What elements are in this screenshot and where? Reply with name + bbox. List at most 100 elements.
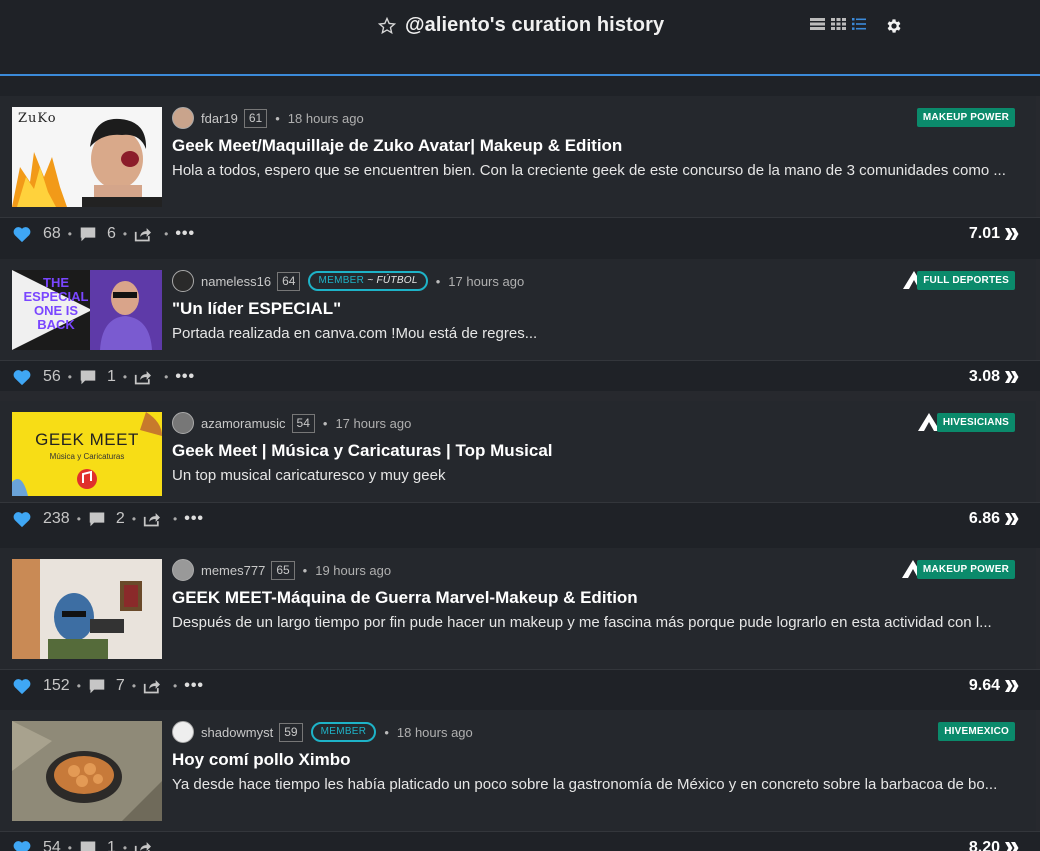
gear-icon[interactable] [885, 17, 903, 35]
reputation-badge: 59 [279, 722, 303, 742]
share-icon[interactable] [134, 369, 152, 385]
post-body[interactable]: THE ESPECIAL ONE IS BACK nameless16 64 M… [0, 259, 1036, 370]
post-summary[interactable]: Ya desde hace tiempo les había platicado… [172, 776, 997, 793]
post-thumbnail[interactable] [12, 559, 162, 659]
payout-value[interactable]: 6.86 [969, 510, 1000, 528]
author-name[interactable]: fdar19 [201, 111, 238, 126]
vote-count[interactable]: 68 [43, 225, 61, 243]
grid-view-icon[interactable] [831, 18, 846, 30]
post-body[interactable]: memes777 65 • 19 hours ago MAKEUP POWER … [0, 548, 1036, 669]
post-title[interactable]: Geek Meet | Música y Caricaturas | Top M… [172, 441, 553, 461]
post-actions: 54 • 1 • [12, 832, 152, 851]
post-payout[interactable]: 8.20 [969, 832, 1019, 851]
more-options-icon[interactable]: ••• [175, 225, 195, 243]
post-body[interactable]: GEEK MEET Música y Caricaturas azamoramu… [0, 401, 1036, 512]
post-summary[interactable]: Después de un largo tiempo por fin pude … [172, 614, 992, 631]
member-badge[interactable]: MEMBER [310, 722, 377, 742]
share-icon[interactable] [143, 678, 161, 694]
post-summary[interactable]: Hola a todos, espero que se encuentren b… [172, 162, 1006, 179]
member-community: ~ FÚTBOL [367, 275, 418, 286]
post-thumbnail[interactable]: GEEK MEET Música y Caricaturas [12, 412, 162, 496]
post-body[interactable]: shadowmyst 59 MEMBER • 18 hours ago HIVE… [0, 710, 1036, 831]
member-badge[interactable]: MEMBER ~ FÚTBOL [308, 271, 428, 291]
heart-icon[interactable] [12, 677, 32, 695]
post-payout[interactable]: 9.64 [969, 670, 1019, 701]
post-time[interactable]: 17 hours ago [335, 416, 411, 431]
author-name[interactable]: memes777 [201, 563, 265, 578]
list-view-icon[interactable] [810, 18, 825, 30]
payout-value[interactable]: 3.08 [969, 368, 1000, 386]
post-title[interactable]: GEEK MEET-Máquina de Guerra Marvel-Makeu… [172, 588, 638, 608]
post-time[interactable]: 18 hours ago [397, 725, 473, 740]
post-time[interactable]: 17 hours ago [448, 274, 524, 289]
post-time[interactable]: 19 hours ago [315, 563, 391, 578]
heart-icon[interactable] [12, 839, 32, 851]
post-thumbnail[interactable]: THE ESPECIAL ONE IS BACK [12, 270, 162, 350]
community-badge[interactable]: MAKEUP POWER [916, 560, 1015, 579]
comment-count[interactable]: 1 [107, 368, 116, 386]
more-options-icon[interactable]: ••• [175, 368, 195, 386]
avatar[interactable] [172, 559, 194, 581]
post-thumbnail[interactable] [12, 721, 162, 821]
author-name[interactable]: azamoramusic [201, 416, 286, 431]
post-actions: 152 • 7 • • ••• [12, 670, 204, 701]
comment-icon[interactable] [79, 369, 97, 385]
post-payout[interactable]: 7.01 [969, 218, 1019, 249]
payout-value[interactable]: 9.64 [969, 677, 1000, 695]
comment-count[interactable]: 1 [107, 839, 116, 851]
comment-icon[interactable] [88, 678, 106, 694]
post-payout[interactable]: 3.08 [969, 361, 1019, 392]
more-options-icon[interactable]: ••• [184, 677, 204, 695]
post-summary[interactable]: Un top musical caricaturesco y muy geek [172, 467, 445, 484]
comment-count[interactable]: 2 [116, 510, 125, 528]
vote-count[interactable]: 54 [43, 839, 61, 851]
separator-dot: • [173, 678, 178, 693]
separator-dot: • [164, 369, 169, 384]
author-name[interactable]: shadowmyst [201, 725, 273, 740]
hive-icon [1005, 679, 1019, 692]
post-footer: 54 • 1 • 8.20 [0, 831, 1040, 851]
thumbnail-caption: GEEK MEET [35, 430, 139, 449]
more-options-icon[interactable]: ••• [184, 510, 204, 528]
post-title[interactable]: Geek Meet/Maquillaje de Zuko Avatar| Mak… [172, 136, 622, 156]
post-thumbnail[interactable]: ZuKo [12, 107, 162, 207]
avatar[interactable] [172, 721, 194, 743]
community-badge[interactable]: HIVESICIANS [936, 413, 1015, 432]
community-badge[interactable]: FULL DEPORTES [917, 271, 1015, 290]
post-meta: nameless16 64 MEMBER ~ FÚTBOL • 17 hours… [172, 270, 524, 292]
post-summary[interactable]: Portada realizada en canva.com !Mou está… [172, 325, 537, 342]
vote-count[interactable]: 238 [43, 510, 70, 528]
community-badge[interactable]: MAKEUP POWER [916, 108, 1015, 127]
compact-view-icon[interactable] [852, 18, 866, 30]
post-title[interactable]: "Un líder ESPECIAL" [172, 299, 341, 319]
comment-icon[interactable] [79, 840, 97, 851]
post-title[interactable]: Hoy comí pollo Ximbo [172, 750, 351, 770]
vote-count[interactable]: 152 [43, 677, 70, 695]
share-icon[interactable] [134, 840, 152, 851]
avatar[interactable] [172, 412, 194, 434]
avatar[interactable] [172, 107, 194, 129]
comment-icon[interactable] [79, 226, 97, 242]
heart-icon[interactable] [12, 368, 32, 386]
post-footer: 56 • 1 • • ••• 3.08 [0, 360, 1040, 391]
comment-count[interactable]: 7 [116, 677, 125, 695]
heart-icon[interactable] [12, 510, 32, 528]
share-icon[interactable] [134, 226, 152, 242]
separator-dot: • [131, 511, 137, 526]
share-icon[interactable] [143, 511, 161, 527]
star-icon[interactable] [378, 16, 396, 35]
payout-value[interactable]: 7.01 [969, 225, 1000, 243]
post-payout[interactable]: 6.86 [969, 503, 1019, 534]
community-badge[interactable]: HIVEMEXICO [938, 722, 1015, 741]
post-time[interactable]: 18 hours ago [288, 111, 364, 126]
view-toggle [810, 18, 866, 30]
comment-icon[interactable] [88, 511, 106, 527]
separator-dot: • [275, 110, 280, 126]
avatar[interactable] [172, 270, 194, 292]
payout-value[interactable]: 8.20 [969, 839, 1000, 851]
author-name[interactable]: nameless16 [201, 274, 271, 289]
heart-icon[interactable] [12, 225, 32, 243]
vote-count[interactable]: 56 [43, 368, 61, 386]
post-body[interactable]: ZuKo fdar19 61 • 18 hours ago MAKEUP POW… [0, 96, 1036, 217]
comment-count[interactable]: 6 [107, 225, 116, 243]
